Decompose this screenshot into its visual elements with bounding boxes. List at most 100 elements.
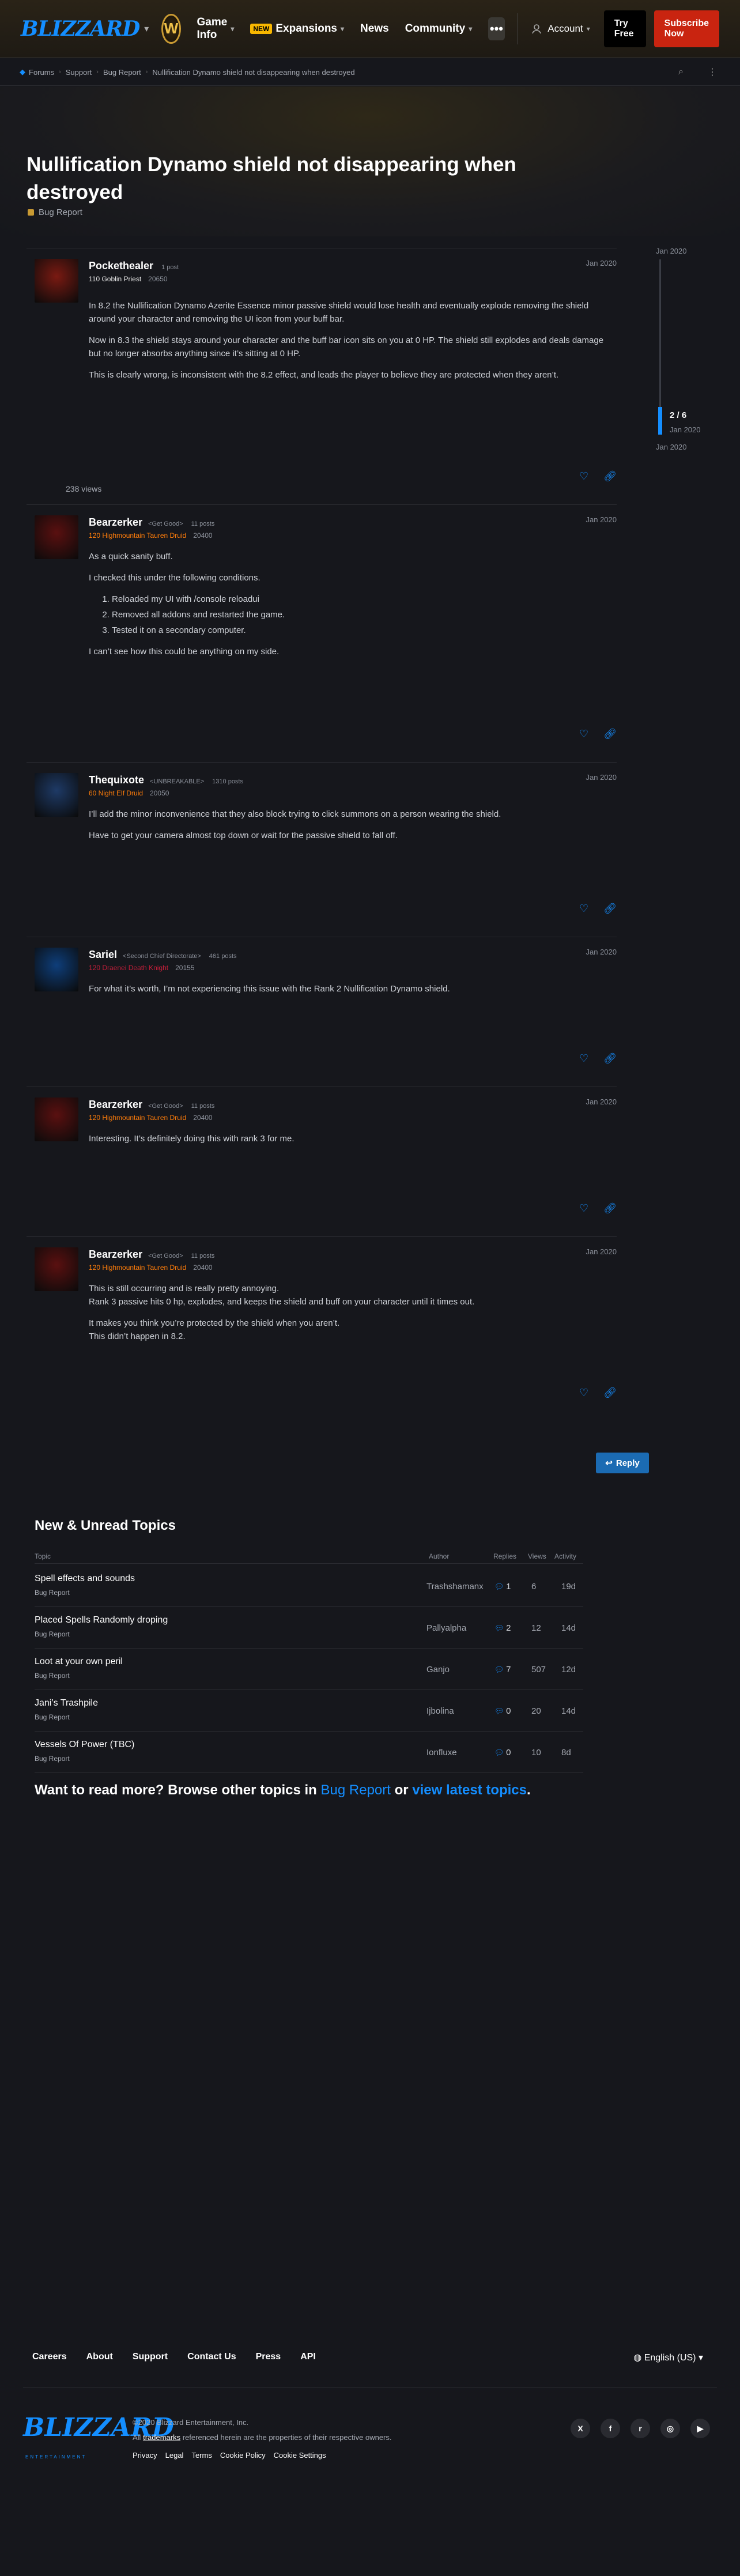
post-author[interactable]: Bearzerker <Get Good> 11 posts [89, 516, 214, 529]
timeline-handle[interactable] [658, 407, 662, 435]
blizzard-logo[interactable]: BLIZZARD [21, 17, 140, 41]
table-row[interactable]: Jani’s Trashpile Bug Report Ijbolina 💬︎ 0 20… [35, 1690, 583, 1732]
topic-author[interactable]: Trashshamanx [426, 1582, 490, 1591]
more-menu-button[interactable]: ••• [488, 17, 505, 40]
x-icon[interactable]: X [571, 2419, 590, 2438]
breadcrumb-bug-report[interactable]: Bug Report [103, 68, 141, 77]
topic-category[interactable]: Bug Report [35, 1755, 70, 1763]
footer-about[interactable]: About [86, 2352, 113, 2362]
legal-link[interactable]: Legal [165, 2451, 184, 2460]
post-date[interactable]: Jan 2020 [586, 259, 617, 267]
footer-support[interactable]: Support [133, 2352, 168, 2362]
topic-title-link[interactable]: Placed Spells Randomly droping [35, 1615, 168, 1625]
post-date[interactable]: Jan 2020 [586, 948, 617, 956]
footer-contact[interactable]: Contact Us [187, 2352, 236, 2362]
link-icon[interactable]: 🔗︎ [603, 1053, 617, 1065]
youtube-icon[interactable]: ▶ [690, 2419, 710, 2438]
topic-category[interactable]: Bug Report [28, 208, 82, 217]
topic-category[interactable]: Bug Report [35, 1672, 70, 1680]
post-date[interactable]: Jan 2020 [586, 1247, 617, 1256]
topic-category[interactable]: Bug Report [35, 1589, 70, 1597]
avatar[interactable] [35, 515, 78, 559]
topic-category[interactable]: Bug Report [35, 1713, 70, 1721]
wow-game-icon[interactable]: W [161, 13, 181, 44]
cookie-settings-link[interactable]: Cookie Settings [274, 2451, 326, 2460]
footer-press[interactable]: Press [256, 2352, 281, 2362]
avatar[interactable] [35, 773, 78, 817]
table-row[interactable]: Spell effects and sounds Bug Report Trashs… [35, 1566, 583, 1607]
reddit-icon[interactable]: r [630, 2419, 650, 2438]
nav-community[interactable]: Community ▾ [405, 22, 473, 35]
link-icon[interactable]: 🔗︎ [603, 903, 617, 915]
timeline-start-date[interactable]: Jan 2020 [656, 247, 687, 255]
link-icon[interactable]: 🔗︎ [603, 1387, 617, 1399]
activity[interactable]: 19d [561, 1582, 576, 1591]
post-author[interactable]: Bearzerker <Get Good> 11 posts [89, 1099, 214, 1111]
try-free-button[interactable]: Try Free [603, 10, 646, 47]
topic-author[interactable]: Ganjo [426, 1665, 490, 1674]
topic-title-link[interactable]: Jani’s Trashpile [35, 1698, 98, 1708]
trademarks-link[interactable]: trademarks [143, 2433, 180, 2442]
link-icon[interactable]: 🔗︎ [603, 470, 617, 482]
avatar[interactable] [35, 948, 78, 991]
topic-author[interactable]: Ijbolina [426, 1706, 490, 1716]
instagram-icon[interactable]: ◎ [660, 2419, 680, 2438]
breadcrumb-forums[interactable]: Forums [29, 68, 54, 77]
topic-author[interactable]: Pallyalpha [426, 1623, 490, 1633]
table-row[interactable]: Loot at your own peril Bug Report Ganjo 💬︎ … [35, 1649, 583, 1690]
privacy-link[interactable]: Privacy [133, 2451, 157, 2460]
nav-game-info[interactable]: Game Info ▾ [197, 16, 235, 42]
avatar[interactable] [35, 1247, 78, 1291]
breadcrumb-support[interactable]: Support [66, 68, 92, 77]
nav-expansions[interactable]: NEW Expansions ▾ [250, 22, 344, 35]
table-row[interactable]: Vessels Of Power (TBC) Bug Report Ionfluxe… [35, 1732, 583, 1773]
subscribe-button[interactable]: Subscribe Now [654, 10, 719, 47]
heart-icon[interactable]: ♡ [579, 1387, 588, 1399]
account-menu[interactable]: Account ▾ [531, 23, 590, 35]
reply-button[interactable]: ↩ Reply [596, 1453, 649, 1473]
latest-topics-link[interactable]: view latest topics [412, 1782, 527, 1798]
post-date[interactable]: Jan 2020 [586, 773, 617, 782]
avatar[interactable] [35, 1097, 78, 1141]
post-author[interactable]: Sariel <Second Chief Directorate> 461 post… [89, 949, 237, 961]
post-actions: ♡ 🔗︎ [579, 1202, 617, 1215]
category-link[interactable]: Bug Report [321, 1782, 391, 1798]
post-author[interactable]: Thequixote <UNBREAKABLE> 1310 posts [89, 774, 243, 786]
nav-news[interactable]: News [360, 22, 389, 35]
activity[interactable]: 12d [561, 1665, 576, 1674]
terms-link[interactable]: Terms [191, 2451, 212, 2460]
post-date[interactable]: Jan 2020 [586, 515, 617, 524]
heart-icon[interactable]: ♡ [579, 903, 588, 915]
timeline-end-date[interactable]: Jan 2020 [656, 443, 687, 451]
topic-title-link[interactable]: Loot at your own peril [35, 1657, 123, 1667]
heart-icon[interactable]: ♡ [579, 1053, 588, 1065]
heart-icon[interactable]: ♡ [579, 728, 588, 740]
link-icon[interactable]: 🔗︎ [603, 728, 617, 740]
link-icon[interactable]: 🔗︎ [603, 1202, 617, 1215]
activity[interactable]: 8d [561, 1748, 571, 1757]
post-author[interactable]: Bearzerker <Get Good> 11 posts [89, 1249, 214, 1261]
post-actions: ♡ 🔗︎ [579, 728, 617, 740]
activity[interactable]: 14d [561, 1623, 576, 1633]
heart-icon[interactable]: ♡ [579, 470, 588, 482]
post-author[interactable]: Pockethealer 1 post [89, 260, 179, 272]
heart-icon[interactable]: ♡ [579, 1202, 588, 1215]
footer-api[interactable]: API [300, 2352, 316, 2362]
avatar[interactable] [35, 259, 78, 303]
post-date[interactable]: Jan 2020 [586, 1097, 617, 1106]
chevron-down-icon[interactable]: ▾ [144, 23, 149, 35]
facebook-icon[interactable]: f [601, 2419, 620, 2438]
menu-icon[interactable]: ⋮ [708, 66, 717, 78]
search-icon[interactable]: ⌕ [678, 67, 684, 77]
activity[interactable]: 14d [561, 1706, 576, 1716]
timeline-track[interactable] [659, 259, 661, 432]
footer-careers[interactable]: Careers [32, 2352, 67, 2362]
user-post-count: 11 posts [191, 521, 215, 527]
topic-title-link[interactable]: Vessels Of Power (TBC) [35, 1740, 134, 1750]
cookie-policy-link[interactable]: Cookie Policy [220, 2451, 266, 2460]
topic-author[interactable]: Ionfluxe [426, 1748, 490, 1757]
table-row[interactable]: Placed Spells Randomly droping Bug Report… [35, 1607, 583, 1649]
topic-category[interactable]: Bug Report [35, 1630, 70, 1638]
language-selector[interactable]: ◍ English (US) ▾ [633, 2352, 703, 2363]
topic-title-link[interactable]: Spell effects and sounds [35, 1574, 135, 1584]
